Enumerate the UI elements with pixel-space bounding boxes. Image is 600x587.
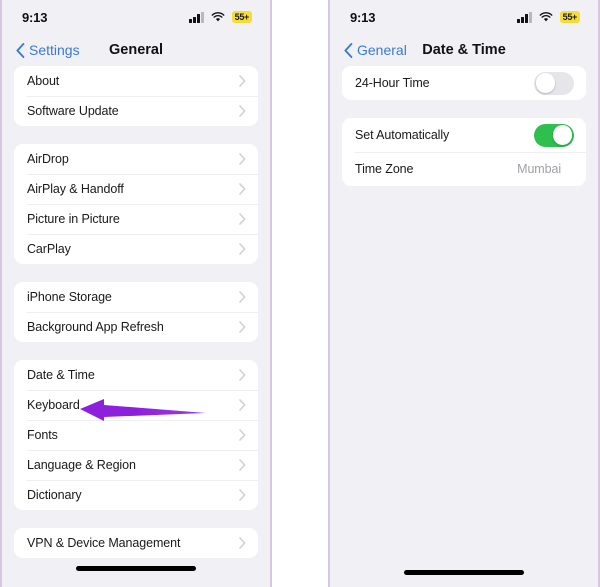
settings-row-label: Background App Refresh bbox=[27, 320, 164, 334]
settings-row-label: Software Update bbox=[27, 104, 119, 118]
settings-group: Date & Time Keyboard Fonts Language & Regio… bbox=[14, 360, 258, 510]
chevron-right-icon bbox=[239, 213, 246, 225]
settings-row[interactable]: 24-Hour Time bbox=[342, 66, 586, 100]
settings-group: VPN & Device Management bbox=[14, 528, 258, 558]
chevron-right-icon bbox=[239, 105, 246, 117]
home-indicator bbox=[404, 570, 524, 575]
back-button-label: General bbox=[357, 42, 407, 58]
settings-row[interactable]: Date & Time bbox=[14, 360, 258, 390]
settings-row-label: iPhone Storage bbox=[27, 290, 112, 304]
status-time: 9:13 bbox=[350, 9, 376, 25]
chevron-right-icon bbox=[239, 75, 246, 87]
toggle-switch-off[interactable] bbox=[534, 71, 574, 95]
settings-group: iPhone Storage Background App Refresh bbox=[14, 282, 258, 342]
settings-row-label: Date & Time bbox=[27, 368, 95, 382]
status-indicators: 55+ bbox=[189, 11, 252, 23]
settings-row[interactable]: VPN & Device Management bbox=[14, 528, 258, 558]
chevron-left-icon bbox=[344, 42, 353, 58]
settings-group: 24-Hour Time bbox=[342, 66, 586, 100]
nav-bar-right: General Date & Time bbox=[330, 34, 598, 66]
settings-list-date-time[interactable]: 24-Hour Time Set Automatically Time Zone Mu… bbox=[330, 66, 598, 186]
chevron-right-icon bbox=[239, 537, 246, 549]
settings-group: Set Automatically Time Zone Mumbai bbox=[342, 118, 586, 186]
chevron-right-icon bbox=[239, 291, 246, 303]
toggle-knob bbox=[552, 125, 573, 145]
settings-row[interactable]: Keyboard bbox=[14, 390, 258, 420]
settings-row[interactable]: Set Automatically bbox=[342, 118, 586, 152]
chevron-right-icon bbox=[239, 459, 246, 471]
chevron-right-icon bbox=[239, 243, 246, 255]
settings-row[interactable]: Picture in Picture bbox=[14, 204, 258, 234]
settings-row[interactable]: Background App Refresh bbox=[14, 312, 258, 342]
settings-row-label: Keyboard bbox=[27, 398, 80, 412]
battery-status-badge: 55+ bbox=[231, 11, 252, 23]
chevron-right-icon bbox=[239, 429, 246, 441]
settings-row-label: Set Automatically bbox=[355, 128, 450, 142]
wifi-icon bbox=[539, 11, 553, 23]
chevron-right-icon bbox=[239, 489, 246, 501]
left-phone-screen: 9:13 55+ Settings General About Software… bbox=[0, 0, 272, 587]
right-phone-screen: 9:13 55+ General Date & Time 24-Hour Tim… bbox=[328, 0, 600, 587]
settings-row[interactable]: AirPlay & Handoff bbox=[14, 174, 258, 204]
chevron-left-icon bbox=[16, 42, 25, 58]
toggle-knob bbox=[535, 73, 556, 93]
cellular-bars-icon bbox=[517, 11, 532, 23]
settings-row-value: Mumbai bbox=[517, 162, 561, 176]
back-button-general[interactable]: General bbox=[344, 42, 407, 58]
settings-row[interactable]: iPhone Storage bbox=[14, 282, 258, 312]
screenshot-stage: 9:13 55+ Settings General About Software… bbox=[0, 0, 600, 587]
settings-row[interactable]: Fonts bbox=[14, 420, 258, 450]
settings-group: About Software Update bbox=[14, 66, 258, 126]
settings-row-label: Time Zone bbox=[355, 162, 414, 176]
settings-row-label: 24-Hour Time bbox=[355, 76, 430, 90]
chevron-right-icon bbox=[239, 153, 246, 165]
chevron-right-icon bbox=[239, 321, 246, 333]
settings-row[interactable]: CarPlay bbox=[14, 234, 258, 264]
status-indicators: 55+ bbox=[517, 11, 580, 23]
settings-row-label: Picture in Picture bbox=[27, 212, 120, 226]
settings-row-label: CarPlay bbox=[27, 242, 71, 256]
home-indicator bbox=[76, 566, 196, 571]
settings-row-label: AirDrop bbox=[27, 152, 69, 166]
settings-row[interactable]: Time Zone Mumbai bbox=[342, 152, 586, 186]
settings-row[interactable]: Software Update bbox=[14, 96, 258, 126]
settings-row[interactable]: Language & Region bbox=[14, 450, 258, 480]
settings-row-label: About bbox=[27, 74, 60, 88]
settings-row-label: AirPlay & Handoff bbox=[27, 182, 124, 196]
settings-row[interactable]: AirDrop bbox=[14, 144, 258, 174]
battery-status-badge: 55+ bbox=[559, 11, 580, 23]
settings-row-label: Language & Region bbox=[27, 458, 136, 472]
back-button-label: Settings bbox=[29, 42, 80, 58]
status-bar-left: 9:13 55+ bbox=[2, 0, 270, 34]
settings-list-general[interactable]: About Software Update AirDrop AirPlay & Han… bbox=[2, 66, 270, 558]
settings-row-label: VPN & Device Management bbox=[27, 536, 181, 550]
nav-bar-left: Settings General bbox=[2, 34, 270, 66]
chevron-right-icon bbox=[239, 183, 246, 195]
settings-row[interactable]: Dictionary bbox=[14, 480, 258, 510]
settings-row-label: Dictionary bbox=[27, 488, 82, 502]
wifi-icon bbox=[211, 11, 225, 23]
back-button-settings[interactable]: Settings bbox=[16, 42, 80, 58]
status-bar-right: 9:13 55+ bbox=[330, 0, 598, 34]
cellular-bars-icon bbox=[189, 11, 204, 23]
toggle-switch-on[interactable] bbox=[534, 123, 574, 147]
settings-group: AirDrop AirPlay & Handoff Picture in Pictu… bbox=[14, 144, 258, 264]
chevron-right-icon bbox=[239, 399, 246, 411]
chevron-right-icon bbox=[239, 369, 246, 381]
settings-row[interactable]: About bbox=[14, 66, 258, 96]
status-time: 9:13 bbox=[22, 9, 48, 25]
settings-row-label: Fonts bbox=[27, 428, 58, 442]
